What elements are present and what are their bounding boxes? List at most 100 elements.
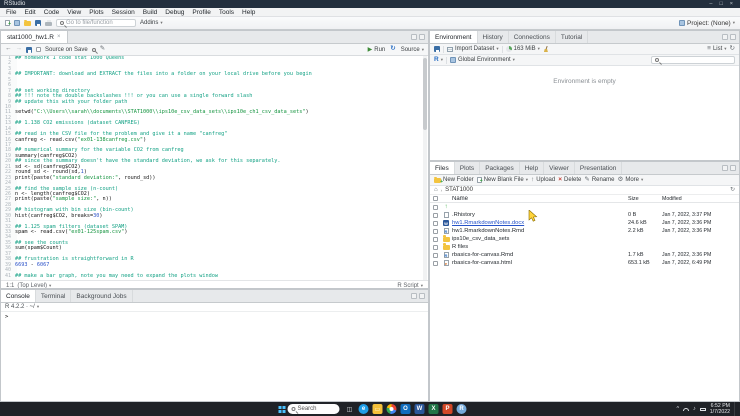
excel-icon[interactable]: X: [428, 404, 439, 414]
tab-connections[interactable]: Connections: [509, 31, 556, 43]
tab-console[interactable]: Console: [1, 290, 36, 302]
menu-debug[interactable]: Debug: [161, 9, 188, 16]
file-row-rbasics-for-canvas-html[interactable]: e rbasics-for-canvas.html 653.1 kB Jan 7, 2…: [430, 259, 739, 267]
tab-history[interactable]: History: [478, 31, 509, 43]
chevron-up-icon[interactable]: ^: [676, 406, 679, 412]
row-checkbox[interactable]: [433, 204, 438, 210]
taskbar-search[interactable]: Search: [287, 404, 340, 414]
powerpoint-icon[interactable]: P: [442, 404, 453, 414]
new-file-icon[interactable]: [5, 20, 11, 27]
console-version-bar[interactable]: R 4.2.2 · ~/ ▾: [1, 303, 428, 312]
addins-button[interactable]: Addins ▾: [140, 20, 163, 26]
row-checkbox[interactable]: [433, 244, 438, 250]
menu-tools[interactable]: Tools: [215, 9, 238, 16]
menu-file[interactable]: File: [2, 9, 20, 16]
battery-icon[interactable]: [699, 407, 707, 411]
source-on-save-checkbox[interactable]: [36, 47, 41, 52]
refresh-icon[interactable]: ↻: [730, 45, 735, 53]
edge-icon[interactable]: e: [358, 404, 369, 414]
file-name[interactable]: R files: [452, 244, 628, 250]
back-icon[interactable]: ←: [5, 46, 12, 53]
refresh-icon[interactable]: ↻: [730, 187, 735, 193]
maximize-pane-icon[interactable]: [419, 34, 425, 40]
column-name[interactable]: Name: [452, 196, 628, 202]
maximize-pane-icon[interactable]: [730, 34, 736, 40]
menu-edit[interactable]: Edit: [20, 9, 39, 16]
file-name[interactable]: hw1.RmarkdownNotes.docx: [452, 220, 628, 226]
file-name[interactable]: ips10e_csv_data_sets: [452, 236, 628, 242]
save-icon[interactable]: [35, 20, 41, 26]
menu-session[interactable]: Session: [108, 9, 139, 16]
row-checkbox[interactable]: [433, 212, 438, 218]
files-toolbar-new-blank-file[interactable]: New Blank File▾: [476, 177, 528, 184]
source-button[interactable]: Source ▾: [401, 47, 424, 53]
rerun-icon[interactable]: ↻: [390, 46, 395, 53]
rstudio-icon[interactable]: R: [456, 404, 467, 414]
column-size[interactable]: Size: [628, 196, 662, 202]
print-icon[interactable]: [45, 20, 52, 26]
list-view-button[interactable]: ≡ List ▾: [707, 45, 726, 53]
tab-presentation[interactable]: Presentation: [575, 162, 623, 174]
close-tab-icon[interactable]: ×: [57, 34, 61, 40]
tab-background-jobs[interactable]: Background Jobs: [71, 290, 133, 302]
chrome-icon[interactable]: [386, 404, 397, 414]
menu-view[interactable]: View: [63, 9, 85, 16]
select-all-checkbox[interactable]: [433, 196, 438, 201]
minimize-icon[interactable]: –: [709, 1, 712, 7]
scope-selector[interactable]: (Top Level) ▾: [17, 283, 51, 289]
row-checkbox[interactable]: [433, 220, 438, 226]
files-toolbar-upload[interactable]: ↑ Upload: [531, 176, 555, 184]
find-replace-icon[interactable]: [91, 47, 96, 52]
tab-help[interactable]: Help: [520, 162, 545, 174]
environment-scope-selector[interactable]: Global Environment ▾: [449, 57, 515, 63]
maximize-icon[interactable]: □: [719, 1, 722, 7]
maximize-pane-icon[interactable]: [419, 293, 425, 299]
editor-scrollbar-thumb[interactable]: [423, 58, 427, 130]
word-icon[interactable]: W: [414, 404, 425, 414]
row-checkbox[interactable]: [433, 236, 438, 242]
file-row-hw1-rmarkdownnotes-rmd[interactable]: Rhw1.RmarkdownNotes.Rmd 2.2 kB Jan 7, 2022…: [430, 227, 739, 235]
file-type-selector[interactable]: R Script ▾: [397, 283, 423, 289]
menu-code[interactable]: Code: [40, 9, 64, 16]
file-row-rbasics-for-canvas-rmd[interactable]: Rrbasics-for-canvas.Rmd 1.7 kB Jan 7, 2022…: [430, 251, 739, 259]
volume-icon[interactable]: ♪: [693, 406, 696, 412]
maximize-pane-icon[interactable]: [730, 165, 736, 171]
file-name[interactable]: rbasics-for-canvas.Rmd: [452, 252, 628, 258]
language-selector[interactable]: R ▾: [434, 56, 443, 64]
tab-viewer[interactable]: Viewer: [544, 162, 575, 174]
open-file-icon[interactable]: [24, 19, 31, 26]
console-output[interactable]: >: [1, 312, 428, 322]
tab-terminal[interactable]: Terminal: [36, 290, 72, 302]
menu-profile[interactable]: Profile: [188, 9, 214, 16]
tab-files[interactable]: Files: [430, 162, 455, 174]
tab-stat1000-hw1[interactable]: stat1000_hw1.R ×: [1, 31, 68, 43]
memory-usage-button[interactable]: 163 MiB ▾: [505, 46, 540, 52]
save-icon[interactable]: [26, 46, 32, 53]
menu-plots[interactable]: Plots: [85, 9, 107, 16]
file-row--rhistory[interactable]: .Rhistory 0 B Jan 7, 2022, 3:37 PM: [430, 211, 739, 219]
file-row-parent[interactable]: ↑: [430, 203, 739, 211]
row-checkbox[interactable]: [433, 228, 438, 234]
tab-packages[interactable]: Packages: [480, 162, 520, 174]
outlook-icon[interactable]: O: [400, 404, 411, 414]
tab-plots[interactable]: Plots: [455, 162, 481, 174]
files-toolbar-delete[interactable]: × Delete: [558, 176, 581, 184]
tab-tutorial[interactable]: Tutorial: [556, 31, 589, 43]
menu-build[interactable]: Build: [139, 9, 161, 16]
minimize-pane-icon[interactable]: [722, 165, 728, 171]
menu-help[interactable]: Help: [238, 9, 259, 16]
minimize-pane-icon[interactable]: [411, 34, 417, 40]
code-editor[interactable]: 1 ## homework 1 code stat 1000 Queens 2 3 4 #…: [1, 56, 428, 280]
taskbar-clock[interactable]: 6:52 PM 1/7/2022: [710, 403, 730, 415]
tab-environment[interactable]: Environment: [430, 31, 478, 43]
forward-icon[interactable]: →: [16, 46, 23, 53]
row-checkbox[interactable]: [433, 260, 438, 266]
file-explorer-icon[interactable]: ▭: [372, 404, 383, 414]
new-project-icon[interactable]: [14, 20, 20, 26]
file-row-ips10e-csv-data-sets[interactable]: ips10e_csv_data_sets: [430, 235, 739, 243]
project-button[interactable]: Project: (None) ▾: [679, 20, 735, 27]
row-checkbox[interactable]: [433, 252, 438, 258]
file-name[interactable]: .Rhistory: [452, 212, 628, 218]
start-button[interactable]: [274, 405, 283, 414]
show-desktop-button[interactable]: [734, 402, 736, 416]
